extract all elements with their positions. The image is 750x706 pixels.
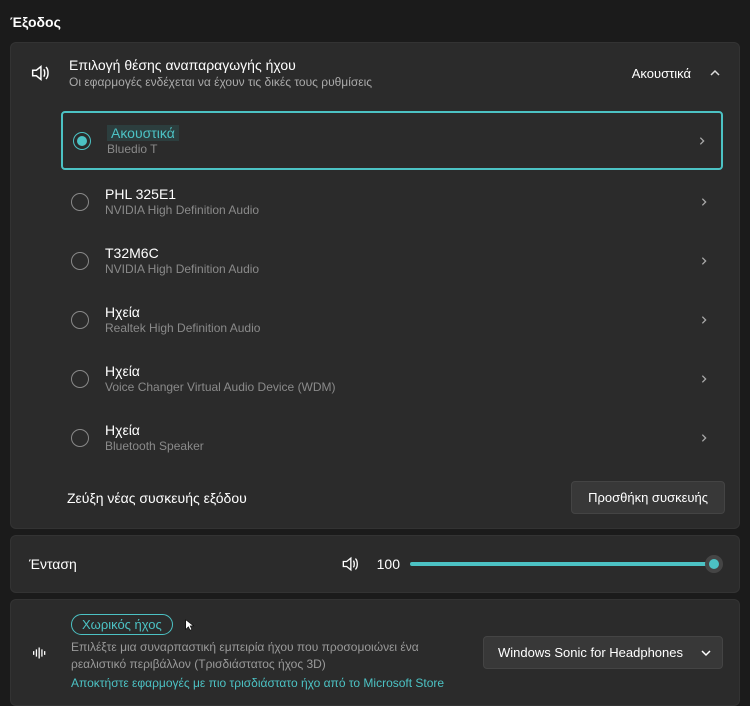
device-sub: Voice Changer Virtual Audio Device (WDM) [105,380,699,394]
radio-button[interactable] [73,132,91,150]
chevron-down-icon [700,647,712,659]
radio-button[interactable] [71,252,89,270]
pair-row: Ζεύξη νέας συσκευής εξόδου Προσθήκη συσκ… [11,469,739,528]
device-sub: NVIDIA High Definition Audio [105,262,699,276]
device-name: Ηχεία [105,422,699,438]
chevron-right-icon[interactable] [699,433,709,443]
device-row[interactable]: ΑκουστικάBluedio T [61,111,723,170]
output-title: Επιλογή θέσης αναπαραγωγής ήχου [69,57,632,73]
device-row[interactable]: PHL 325E1NVIDIA High Definition Audio [61,174,723,229]
spatial-icon [11,642,71,664]
device-row[interactable]: T32M6CNVIDIA High Definition Audio [61,233,723,288]
spatial-audio-card: Χωρικός ήχος Επιλέξτε μια συναρπαστική ε… [10,599,740,706]
chevron-right-icon[interactable] [699,197,709,207]
spatial-store-link[interactable]: Αποκτήστε εφαρμογές με πιο τρισδιάστατο … [71,675,461,692]
device-sub: Realtek High Definition Audio [105,321,699,335]
add-device-button[interactable]: Προσθήκη συσκευής [571,481,725,514]
chevron-right-icon[interactable] [699,256,709,266]
chevron-right-icon[interactable] [697,136,707,146]
chevron-right-icon[interactable] [699,374,709,384]
volume-slider-thumb[interactable] [705,555,723,573]
spatial-select[interactable]: Windows Sonic for Headphones [483,636,723,669]
chevron-up-icon [709,67,721,79]
device-name: Ακουστικά [107,125,179,141]
device-row[interactable]: ΗχείαRealtek High Definition Audio [61,292,723,347]
volume-label: Ένταση [29,556,340,572]
device-list: ΑκουστικάBluedio TPHL 325E1NVIDIA High D… [11,103,739,465]
radio-button[interactable] [71,429,89,447]
radio-button[interactable] [71,370,89,388]
volume-slider[interactable] [410,562,721,566]
chevron-right-icon[interactable] [699,315,709,325]
speaker-icon [29,62,51,84]
volume-card: Ένταση 100 [10,535,740,593]
radio-button[interactable] [71,193,89,211]
output-device-header[interactable]: Επιλογή θέσης αναπαραγωγής ήχου Οι εφαρμ… [11,43,739,103]
device-name: T32M6C [105,245,699,261]
output-device-card: Επιλογή θέσης αναπαραγωγής ήχου Οι εφαρμ… [10,42,740,529]
device-sub: Bluetooth Speaker [105,439,699,453]
device-row[interactable]: ΗχείαVoice Changer Virtual Audio Device … [61,351,723,406]
device-sub: NVIDIA High Definition Audio [105,203,699,217]
device-name: Ηχεία [105,304,699,320]
device-sub: Bluedio T [107,142,697,156]
output-current-value: Ακουστικά [632,66,691,81]
volume-icon[interactable] [340,554,360,574]
device-row[interactable]: ΗχείαBluetooth Speaker [61,410,723,465]
volume-value: 100 [372,556,400,572]
device-name: PHL 325E1 [105,186,699,202]
device-name: Ηχεία [105,363,699,379]
pair-label: Ζεύξη νέας συσκευής εξόδου [67,490,247,506]
cursor-icon [184,618,200,634]
page-title: Έξοδος [0,0,750,42]
output-subtitle: Οι εφαρμογές ενδέχεται να έχουν τις δικέ… [69,75,632,89]
spatial-subtitle: Επιλέξτε μια συναρπαστική εμπειρία ήχου … [71,639,461,673]
spatial-select-label: Windows Sonic for Headphones [498,645,700,660]
radio-button[interactable] [71,311,89,329]
spatial-title[interactable]: Χωρικός ήχος [71,614,173,635]
